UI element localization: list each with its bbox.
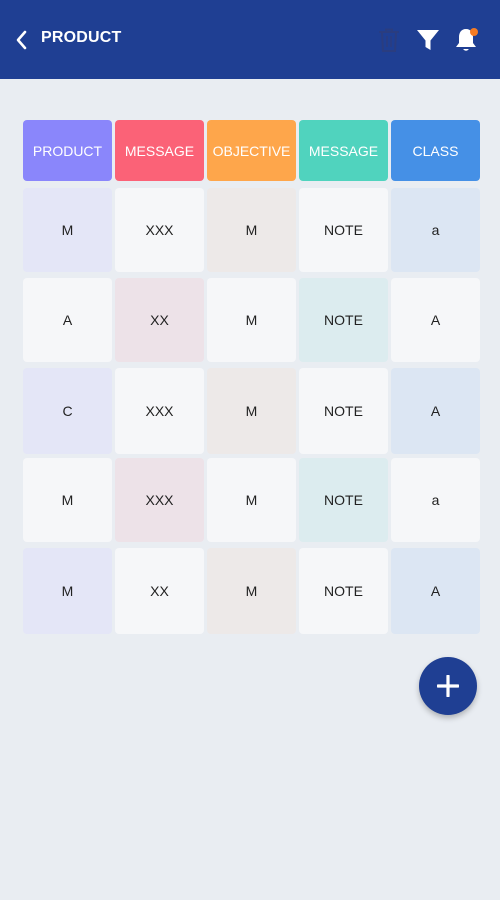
table-cell[interactable]: NOTE	[299, 368, 388, 454]
table-cell[interactable]: XX	[115, 548, 204, 634]
table-cell[interactable]: M	[23, 458, 112, 542]
column-header[interactable]: MESSAGE	[115, 120, 204, 181]
table-cell[interactable]: A	[391, 548, 480, 634]
table-cell[interactable]: XXX	[115, 368, 204, 454]
filter-icon	[417, 30, 439, 50]
plus-icon	[437, 675, 459, 697]
table-cell[interactable]: M	[207, 278, 296, 362]
column-header[interactable]: MESSAGE	[299, 120, 388, 181]
delete-button[interactable]	[374, 24, 404, 56]
add-button[interactable]	[419, 657, 477, 715]
table-cell[interactable]: XX	[115, 278, 204, 362]
table-cell[interactable]: A	[23, 278, 112, 362]
table-cell[interactable]: a	[391, 458, 480, 542]
table-cell[interactable]: NOTE	[299, 458, 388, 542]
table-cell[interactable]: A	[391, 278, 480, 362]
table-cell[interactable]: NOTE	[299, 548, 388, 634]
trash-icon	[379, 28, 399, 52]
column-header[interactable]: OBJECTIVE	[207, 120, 296, 181]
column-header[interactable]: CLASS	[391, 120, 480, 181]
top-app-bar: PRODUCT	[0, 0, 500, 79]
table-cell[interactable]: M	[207, 188, 296, 272]
column-header[interactable]: PRODUCT	[23, 120, 112, 181]
table-cell[interactable]: a	[391, 188, 480, 272]
chevron-left-icon	[16, 30, 27, 50]
table-cell[interactable]: M	[23, 188, 112, 272]
page-title: PRODUCT	[41, 29, 122, 46]
table-cell[interactable]: M	[207, 458, 296, 542]
back-button[interactable]	[12, 26, 30, 54]
table-cell[interactable]: XXX	[115, 458, 204, 542]
table-cell[interactable]: C	[23, 368, 112, 454]
table-cell[interactable]: M	[23, 548, 112, 634]
table-cell[interactable]: NOTE	[299, 188, 388, 272]
table-cell[interactable]: M	[207, 368, 296, 454]
table-cell[interactable]: XXX	[115, 188, 204, 272]
notifications-button[interactable]	[451, 24, 481, 56]
table-cell[interactable]: A	[391, 368, 480, 454]
table-cell[interactable]: M	[207, 548, 296, 634]
table-cell[interactable]: NOTE	[299, 278, 388, 362]
notification-badge	[470, 28, 478, 36]
filter-button[interactable]	[413, 24, 443, 56]
